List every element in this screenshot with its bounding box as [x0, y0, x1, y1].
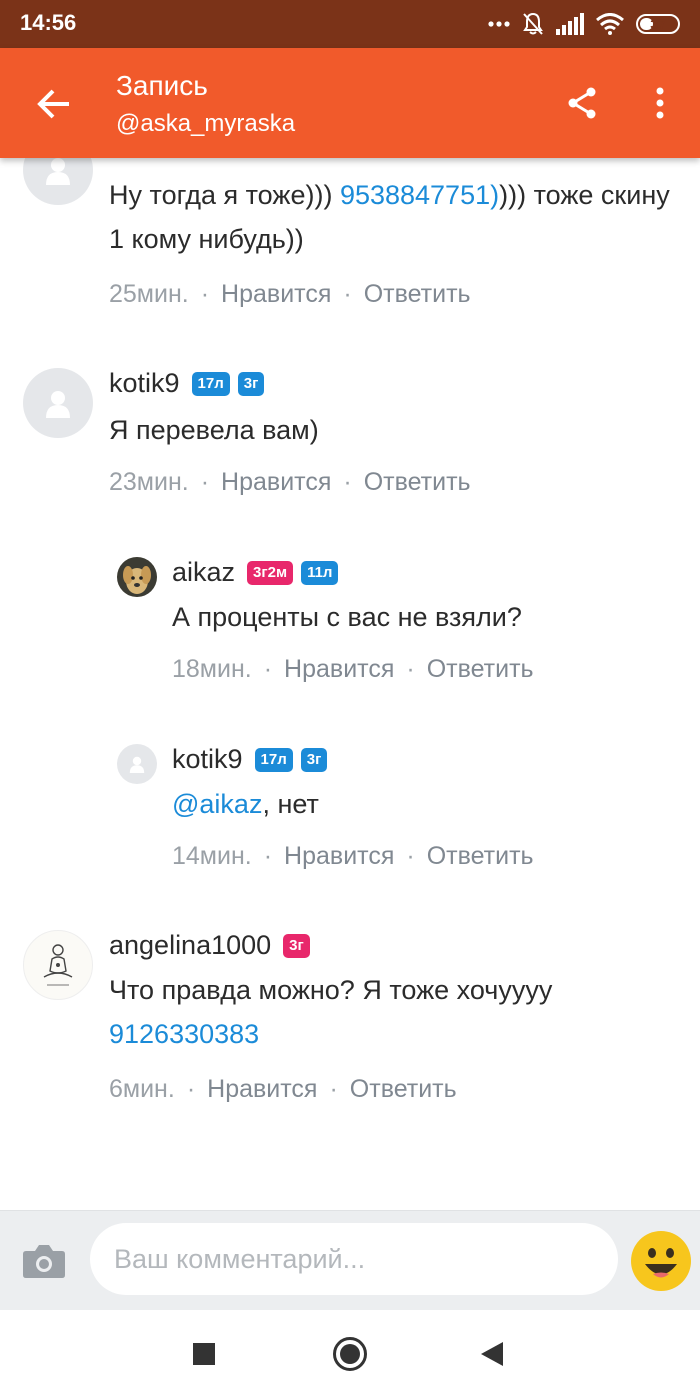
comment-text: Что правда можно? Я тоже хочуууу 9126330… — [109, 968, 689, 1056]
wifi-icon — [596, 13, 624, 35]
default-avatar-icon — [46, 158, 70, 185]
camera-button[interactable] — [22, 1243, 66, 1279]
comment-time: 14мин. — [172, 842, 252, 870]
separator-dot: · — [186, 1075, 196, 1103]
comment-time: 23мин. — [109, 468, 189, 496]
recents-button[interactable] — [184, 1334, 224, 1374]
phone-link[interactable]: 9126330383 — [109, 1019, 259, 1049]
like-button[interactable]: Нравится — [207, 1075, 317, 1104]
home-button[interactable] — [330, 1334, 370, 1374]
comment-header: aikaz 3г2м 11л — [172, 557, 339, 588]
status-icons: 37 — [488, 12, 680, 36]
comment-text: А проценты с вас не взяли? — [172, 602, 522, 632]
share-button[interactable] — [560, 78, 604, 128]
reply-button[interactable]: Ответить — [350, 1075, 457, 1104]
comment-text: Я перевела вам) — [109, 415, 319, 445]
mute-bell-icon — [522, 12, 544, 36]
battery-percent: 37 — [650, 16, 666, 32]
comment-text-part: Что правда можно? Я тоже хочуууу — [109, 975, 553, 1005]
separator-dot: · — [263, 842, 273, 870]
comment-text-part: Ну тогда я тоже))) — [109, 180, 340, 210]
comment-text: Ну тогда я тоже))) 9538847751)))) тоже с… — [109, 173, 689, 261]
more-vert-icon — [656, 87, 664, 119]
signal-icon — [556, 13, 584, 35]
separator-dot: · — [406, 655, 415, 683]
separator-dot: · — [263, 655, 273, 683]
circle-home-icon — [333, 1337, 367, 1371]
badge: 3г2м — [247, 560, 294, 585]
smile-emoji-icon — [631, 1231, 691, 1291]
badge: 17л — [191, 371, 230, 396]
avatar[interactable] — [23, 368, 93, 438]
page-title: Запись — [116, 70, 208, 101]
comment-input-bar — [0, 1210, 700, 1310]
comment-text: @aikaz, нет — [172, 782, 319, 826]
reply-button[interactable]: Ответить — [364, 280, 471, 309]
separator-dot: · — [200, 468, 210, 496]
comment-header: angelina1000 3г — [109, 930, 310, 961]
back-nav-button[interactable] — [472, 1334, 512, 1374]
emoji-button[interactable] — [631, 1231, 691, 1291]
like-button[interactable]: Нравится — [284, 655, 394, 684]
username[interactable]: angelina1000 — [109, 930, 271, 961]
like-button[interactable]: Нравится — [221, 280, 331, 309]
username[interactable]: kotik9 — [172, 744, 243, 775]
app-bar: Запись @aska_myraska — [0, 48, 700, 158]
dog-avatar-icon — [117, 557, 157, 597]
comment-header: kotik9 17л 3г — [109, 368, 265, 399]
separator-dot: · — [343, 468, 352, 496]
avatar[interactable] — [23, 930, 93, 1000]
phone-link[interactable]: 9538847751) — [340, 180, 499, 210]
back-button[interactable] — [22, 78, 86, 130]
default-avatar-icon — [129, 756, 145, 773]
system-nav-bar — [0, 1310, 700, 1400]
separator-dot: · — [343, 280, 352, 308]
username[interactable]: aikaz — [172, 557, 235, 588]
mention-link[interactable]: @aikaz — [172, 789, 262, 819]
default-avatar-icon — [46, 391, 70, 418]
comment-time: 25мин. — [109, 280, 189, 308]
comment-meta: 6мин. · Нравится · Ответить — [109, 1075, 457, 1104]
separator-dot: · — [406, 842, 415, 870]
comments-list[interactable]: kotik9 Ну тогда я тоже))) 9538847751))))… — [0, 140, 700, 1210]
like-button[interactable]: Нравится — [284, 842, 394, 871]
badge: 3г — [283, 933, 310, 958]
reply-button[interactable]: Ответить — [427, 655, 534, 684]
page-subtitle[interactable]: @aska_myraska — [116, 110, 295, 138]
arrow-back-icon — [37, 89, 69, 119]
comment-time: 6мин. — [109, 1075, 175, 1103]
comment-header: kotik9 17л 3г — [172, 744, 328, 775]
reply-button[interactable]: Ответить — [427, 842, 534, 871]
comment-meta: 23мин. · Нравится · Ответить — [109, 468, 471, 497]
username[interactable]: kotik9 — [109, 368, 180, 399]
battery-icon: 37 — [636, 14, 680, 34]
badge: 3г — [237, 371, 265, 396]
comment-meta: 18мин. · Нравится · Ответить — [172, 655, 534, 684]
comment-meta: 25мин. · Нравится · Ответить — [109, 280, 471, 309]
camera-icon — [23, 1245, 65, 1278]
like-button[interactable]: Нравится — [221, 468, 331, 497]
dots-icon — [488, 21, 510, 27]
reply-button[interactable]: Ответить — [364, 468, 471, 497]
status-bar: 14:56 37 — [0, 0, 700, 48]
comment-text-part: , нет — [262, 789, 319, 819]
avatar[interactable] — [117, 744, 157, 784]
share-icon — [568, 87, 596, 119]
more-options-button[interactable] — [640, 78, 680, 128]
square-icon — [193, 1343, 215, 1365]
avatar[interactable] — [117, 557, 157, 597]
badge: 17л — [254, 747, 293, 772]
badge: 3г — [300, 747, 328, 772]
triangle-back-icon — [481, 1342, 503, 1366]
comment-input[interactable] — [90, 1223, 618, 1295]
separator-dot: · — [329, 1075, 338, 1103]
separator-dot: · — [200, 280, 210, 308]
meditation-sketch-avatar-icon — [43, 944, 73, 986]
comment-time: 18мин. — [172, 655, 252, 683]
comment-meta: 14мин. · Нравится · Ответить — [172, 842, 534, 871]
status-time: 14:56 — [20, 10, 77, 35]
badge: 11л — [301, 560, 339, 585]
